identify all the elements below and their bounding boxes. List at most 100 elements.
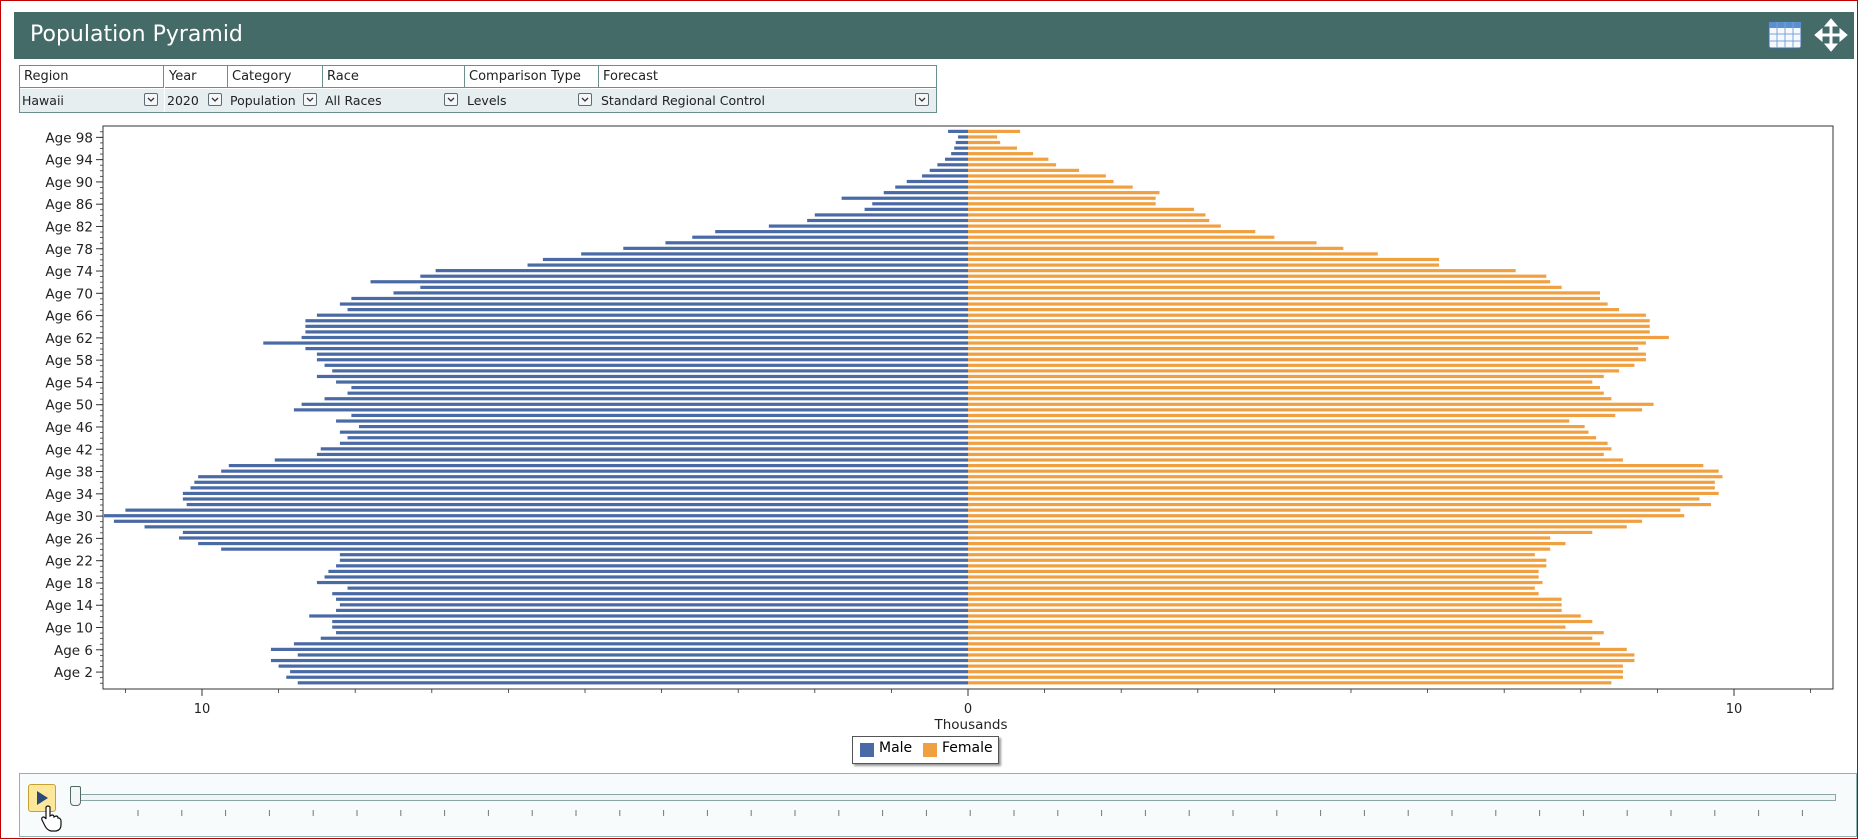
- y-tick-label: Age 94: [45, 153, 93, 169]
- bar-male-2: [290, 670, 969, 674]
- forecast-select[interactable]: Standard Regional Control: [599, 89, 936, 112]
- bar-male-4: [270, 658, 968, 663]
- legend-swatch-male: [860, 743, 874, 757]
- bar-male-79: [665, 241, 968, 245]
- bar-female-83: [968, 218, 1210, 223]
- bar-female-78: [968, 246, 1344, 250]
- chevron-down-icon: [306, 97, 314, 102]
- bar-female-91: [968, 174, 1106, 178]
- bar-female-71: [968, 285, 1562, 289]
- bar-female-57: [968, 363, 1635, 367]
- y-tick-label: Age 42: [45, 442, 93, 458]
- y-tick-label: Age 66: [45, 309, 93, 325]
- y-tick-label: Age 50: [45, 398, 93, 414]
- bar-female-48: [968, 413, 1616, 418]
- comparison-label: Comparison Type: [465, 66, 599, 88]
- bar-female-24: [968, 547, 1551, 551]
- category-filter: Category Population: [228, 66, 323, 112]
- title-bar: Population Pyramid: [14, 12, 1854, 59]
- chevron-down-icon: [581, 97, 589, 102]
- time-slider-thumb[interactable]: [70, 786, 81, 806]
- bar-male-10: [332, 625, 969, 629]
- bar-female-67: [968, 308, 1620, 312]
- year-dropdown-button[interactable]: [208, 93, 222, 106]
- forecast-dropdown-button[interactable]: [915, 93, 929, 106]
- bar-male-35: [190, 486, 968, 490]
- bar-female-92: [968, 168, 1080, 172]
- y-tick-label: Age 46: [45, 420, 93, 436]
- bar-female-28: [968, 525, 1627, 529]
- bar-female-45: [968, 430, 1589, 434]
- y-tick-label: Age 18: [45, 576, 93, 592]
- table-grid-icon[interactable]: [1768, 18, 1802, 52]
- bar-male-37: [198, 475, 969, 479]
- region-select[interactable]: Hawaii: [20, 89, 164, 112]
- bar-female-35: [968, 486, 1715, 490]
- bar-female-99: [968, 129, 1021, 133]
- year-label: Year: [165, 66, 228, 88]
- region-label: Region: [20, 66, 164, 88]
- bar-male-19: [324, 575, 968, 579]
- bar-female-12: [968, 614, 1581, 618]
- bar-male-30: [103, 514, 969, 518]
- time-slider-track[interactable]: [72, 794, 1836, 801]
- bar-male-16: [332, 592, 969, 596]
- bar-male-7: [293, 642, 968, 646]
- bar-male-3: [278, 664, 969, 668]
- year-filter: Year 2020: [165, 66, 228, 112]
- bar-female-37: [968, 475, 1723, 479]
- bar-male-87: [841, 196, 968, 200]
- race-dropdown-button[interactable]: [444, 93, 458, 106]
- bar-male-82: [768, 224, 968, 228]
- bar-female-59: [968, 352, 1646, 356]
- y-tick-label: Age 34: [45, 487, 93, 503]
- bar-female-77: [968, 252, 1378, 256]
- bar-male-55: [316, 374, 968, 379]
- region-dropdown-button[interactable]: [144, 93, 158, 106]
- bar-female-96: [968, 146, 1018, 150]
- bar-female-80: [968, 235, 1275, 239]
- bar-male-38: [221, 469, 968, 473]
- bar-female-95: [968, 152, 1034, 156]
- bar-male-34: [182, 491, 969, 496]
- bar-male-78: [623, 246, 968, 250]
- y-tick-label: Age 62: [45, 331, 93, 347]
- legend-label-female: Female: [942, 740, 993, 756]
- bar-male-14: [339, 603, 968, 607]
- bar-male-58: [316, 358, 968, 362]
- bar-female-85: [968, 207, 1194, 211]
- bar-female-87: [968, 196, 1156, 200]
- bar-female-79: [968, 241, 1317, 245]
- bar-male-85: [864, 207, 968, 211]
- bar-male-43: [339, 441, 968, 445]
- category-dropdown-button[interactable]: [303, 93, 317, 106]
- bar-male-27: [182, 530, 969, 535]
- bar-male-22: [339, 558, 968, 562]
- y-tick-label: Age 98: [45, 130, 93, 146]
- bar-female-88: [968, 191, 1160, 195]
- comparison-dropdown-button[interactable]: [578, 93, 592, 106]
- chevron-down-icon: [447, 97, 455, 102]
- bar-male-44: [347, 436, 968, 440]
- bar-female-86: [968, 202, 1156, 206]
- y-tick-label: Age 6: [54, 643, 93, 659]
- bar-female-50: [968, 402, 1654, 406]
- bar-female-30: [968, 514, 1685, 518]
- time-slider-ticks: [137, 810, 1803, 816]
- comparison-filter: Comparison Type Levels: [465, 66, 599, 112]
- y-tick-label: Age 82: [45, 219, 93, 235]
- bar-female-51: [968, 397, 1612, 401]
- bar-female-38: [968, 469, 1719, 473]
- bar-male-69: [351, 296, 968, 301]
- bar-female-4: [968, 658, 1635, 663]
- bar-male-67: [347, 308, 968, 312]
- bar-male-97: [955, 140, 969, 145]
- y-tick-label: Age 74: [45, 264, 93, 280]
- bar-male-66: [316, 313, 968, 317]
- bar-female-47: [968, 419, 1570, 423]
- bar-male-42: [320, 447, 969, 451]
- bar-female-8: [968, 636, 1593, 640]
- bar-female-82: [968, 224, 1221, 228]
- move-arrows-icon[interactable]: [1814, 18, 1848, 52]
- bar-female-32: [968, 502, 1712, 507]
